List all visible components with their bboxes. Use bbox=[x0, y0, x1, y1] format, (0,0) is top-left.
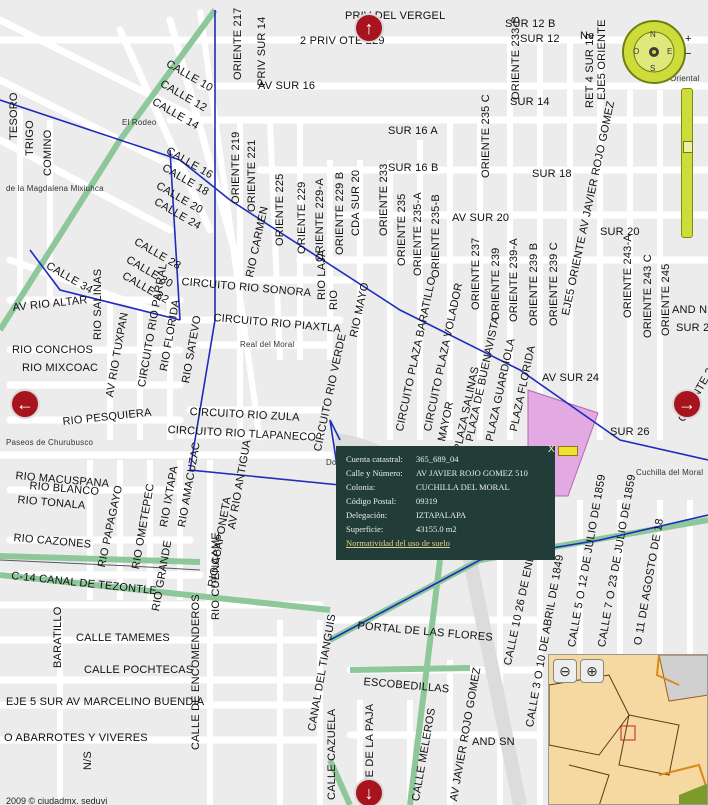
street-label: RIO CONCHOS bbox=[12, 344, 94, 356]
overview-zoom-in-button[interactable]: ⊕ bbox=[580, 659, 604, 683]
compass-control[interactable]: N S E O bbox=[622, 20, 686, 84]
street-label: ORIENTE 243 C bbox=[642, 254, 654, 338]
info-value: 43155.0 m2 bbox=[416, 524, 457, 534]
overview-zoom-out-button[interactable]: ⊖ bbox=[553, 659, 577, 683]
info-key: Calle y Número: bbox=[346, 468, 403, 478]
street-label: ORIENTE 217 bbox=[232, 7, 244, 80]
popup-tab bbox=[558, 446, 578, 456]
street-label: CDA SUR 20 bbox=[350, 169, 362, 236]
info-key: Colonia: bbox=[346, 482, 376, 492]
info-key: Código Postal: bbox=[346, 496, 397, 506]
street-label: EJE5 ORIENTE bbox=[596, 19, 608, 100]
street-label: ORIENTE 243-A bbox=[622, 234, 634, 318]
street-label: SUR 26 bbox=[610, 426, 650, 438]
street-label: COMINO bbox=[42, 129, 54, 176]
street-label: ORIENTE 245 bbox=[660, 263, 672, 336]
compass-south[interactable]: S bbox=[650, 64, 656, 73]
info-row: Calle y Número: AV JAVIER ROJO GOMEZ 510 bbox=[346, 468, 528, 482]
street-label: SUR 16 A bbox=[388, 125, 438, 137]
street-label: SUR 16 B bbox=[388, 162, 439, 174]
parcel-info-table: Cuenta catastral: 365_689_04 Calle y Núme… bbox=[346, 454, 528, 538]
street-label: AV SUR 20 bbox=[452, 212, 510, 224]
street-label: RIO LAJA bbox=[316, 249, 328, 300]
street-label: TESORO bbox=[8, 92, 20, 140]
info-value: CUCHILLA DEL MORAL bbox=[416, 482, 510, 492]
street-label: ORIENTE 225 bbox=[274, 173, 286, 246]
info-key: Superficie: bbox=[346, 524, 384, 534]
street-label: ORIENTE 229 B bbox=[334, 171, 346, 255]
info-row: Colonia: CUCHILLA DEL MORAL bbox=[346, 482, 528, 496]
zoom-slider[interactable] bbox=[681, 88, 693, 238]
street-label: RIO SALINAS bbox=[92, 268, 104, 340]
street-label: RIO CUENCAME bbox=[210, 532, 222, 620]
land-use-link[interactable]: Normatividad del uso de suelo bbox=[346, 538, 555, 548]
street-label: CALLE TAMEMES bbox=[76, 632, 170, 644]
pan-south-arrow-icon[interactable]: ↓ bbox=[354, 778, 384, 805]
street-label: AND NE bbox=[672, 304, 708, 316]
info-row: Delegación: IZTAPALAPA bbox=[346, 510, 528, 524]
street-label: SUR 12 bbox=[520, 33, 560, 45]
street-label: AND SN bbox=[472, 736, 515, 748]
street-label: ORIENTE 219 bbox=[230, 131, 242, 204]
copyright-text: 2009 © ciudadmx. seduvi bbox=[6, 796, 108, 805]
street-label: ORIENTE 221 bbox=[246, 139, 258, 212]
street-label: TRIGO bbox=[24, 120, 36, 156]
street-label: ORIENTE 239 bbox=[490, 247, 502, 320]
street-label: SUR 2 bbox=[676, 322, 708, 334]
zoom-out-button[interactable]: − bbox=[685, 48, 692, 60]
street-label: ORIENTE 239 B bbox=[528, 242, 540, 326]
info-value: 365_689_04 bbox=[416, 454, 459, 464]
street-label: SUR 18 bbox=[532, 168, 572, 180]
street-label: RET 4 SUR 12 bbox=[584, 33, 596, 108]
info-value: AV JAVIER ROJO GOMEZ 510 bbox=[416, 468, 528, 478]
street-label: BARATILLO bbox=[52, 606, 64, 668]
compass-north[interactable]: N bbox=[650, 30, 656, 39]
street-label: AV SUR 24 bbox=[542, 372, 600, 384]
street-label: PRIV SUR 14 bbox=[256, 16, 268, 86]
place-label: Paseos de Churubusco bbox=[6, 438, 94, 447]
street-label: ORIENTE 235 bbox=[396, 193, 408, 266]
street-label: ORIENTE 239-A bbox=[508, 238, 520, 322]
place-label: Real del Moral bbox=[240, 340, 295, 349]
place-label: Cuchilla del Moral bbox=[636, 468, 704, 477]
street-label: ORIENTE 229 bbox=[296, 181, 308, 254]
street-label: CALLE DE ENCOMENDEROS bbox=[190, 594, 202, 750]
map-canvas[interactable]: 2 PRIV OTE 229 PRIV DEL VERGEL AV SUR 16… bbox=[0, 0, 708, 805]
zoom-slider-thumb[interactable] bbox=[683, 141, 693, 153]
street-label: N/S bbox=[82, 751, 94, 770]
place-label: de la Magdalena Mixiuhca bbox=[6, 184, 104, 193]
pan-east-arrow-icon[interactable]: → bbox=[672, 389, 702, 419]
street-label: ORIENTE 239 C bbox=[548, 242, 560, 326]
pan-west-arrow-icon[interactable]: ← bbox=[10, 389, 40, 419]
street-label: ORIENTE 237 bbox=[470, 237, 482, 310]
zoom-in-button[interactable]: + bbox=[685, 33, 692, 45]
street-label: ORIENTE 233-B bbox=[510, 16, 522, 100]
info-value: 09319 bbox=[416, 496, 438, 506]
street-label: RIO bbox=[328, 289, 340, 310]
street-label: Ne bbox=[580, 30, 595, 42]
street-label: O ABARROTES Y VIVERES bbox=[4, 732, 148, 744]
street-label: ORIENTE 235 C bbox=[480, 94, 492, 178]
info-value: IZTAPALAPA bbox=[416, 510, 467, 520]
pan-north-arrow-icon[interactable]: ↑ bbox=[354, 13, 384, 43]
street-label: RIO MIXCOAC bbox=[22, 362, 99, 374]
popup-close-button[interactable]: X bbox=[548, 444, 555, 455]
info-row: Cuenta catastral: 365_689_04 bbox=[346, 454, 528, 468]
street-label: ORIENTE 235-B bbox=[430, 194, 442, 278]
place-label: El Rodeo bbox=[122, 118, 157, 127]
parcel-info-popup: X Cuenta catastral: 365_689_04 Calle y Nú… bbox=[336, 444, 578, 560]
street-label: ORIENTE 233 bbox=[378, 163, 390, 236]
info-row: Código Postal: 09319 bbox=[346, 496, 528, 510]
street-label: CALLE POCHTECAS bbox=[84, 664, 194, 676]
overview-map[interactable]: ⊖ ⊕ bbox=[548, 654, 708, 805]
street-label: EJE 5 SUR AV MARCELINO BUENDIA bbox=[6, 696, 205, 708]
info-key: Cuenta catastral: bbox=[346, 454, 403, 464]
compass-east[interactable]: E bbox=[667, 47, 673, 56]
info-row: Superficie: 43155.0 m2 bbox=[346, 524, 528, 538]
street-label: ORIENTE 235-A bbox=[412, 192, 424, 276]
compass-west[interactable]: O bbox=[633, 47, 639, 56]
info-key: Delegación: bbox=[346, 510, 388, 520]
street-label: CALLE CAZUELA bbox=[326, 708, 338, 800]
